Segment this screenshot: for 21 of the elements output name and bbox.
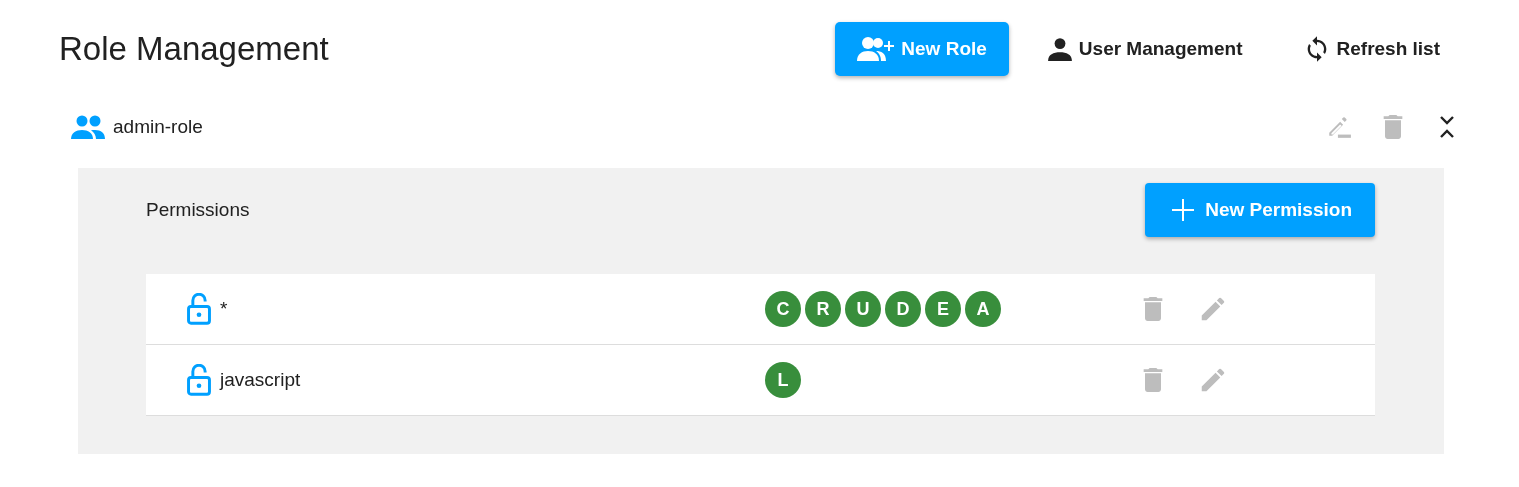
group-icon [71, 115, 105, 139]
unlocked-icon [186, 364, 212, 396]
permission-name: javascript [220, 367, 301, 392]
page-title: Role Management [59, 29, 329, 69]
person-icon [1046, 36, 1073, 62]
permission-flag: C [765, 291, 801, 327]
unlocked-icon [186, 293, 212, 325]
header-link-button[interactable]: User Management [1024, 22, 1265, 76]
section-title: Permissions [146, 197, 250, 222]
permission-name: * [220, 296, 228, 321]
permission-flag: A [965, 291, 1001, 327]
permission-flag: R [805, 291, 841, 327]
header-link-button[interactable]: Refresh list [1280, 22, 1462, 76]
add-group-icon [857, 36, 896, 62]
permission-flag: L [765, 362, 801, 398]
collapse-icon [1439, 115, 1455, 139]
permission-flag: D [885, 291, 921, 327]
permission-flag: U [845, 291, 881, 327]
permission-flag: E [925, 291, 961, 327]
role-name: admin-role [113, 114, 203, 139]
plus-icon [1171, 198, 1196, 222]
